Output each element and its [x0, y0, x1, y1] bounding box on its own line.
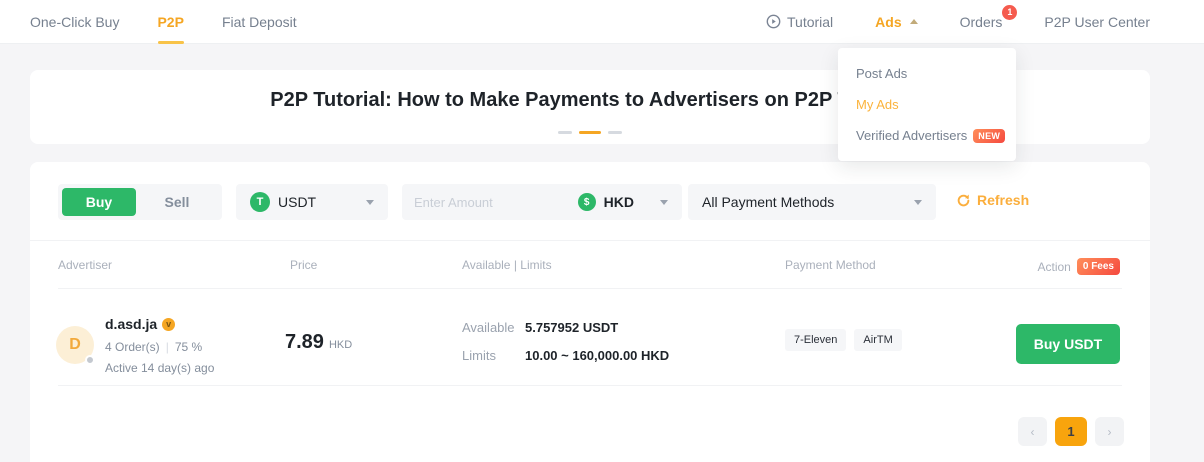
col-available-limits: Available | Limits [462, 258, 552, 272]
sell-toggle-button[interactable]: Sell [136, 194, 218, 210]
col-price: Price [290, 258, 317, 272]
tab-label: P2P [157, 14, 183, 30]
menu-item-my-ads[interactable]: My Ads [838, 89, 1016, 120]
table-row: D d.asd.ja v 4 Order(s) | 75 % Active 14 d… [30, 288, 1150, 385]
tab-one-click-buy[interactable]: One-Click Buy [30, 0, 119, 44]
play-circle-icon [766, 14, 781, 29]
col-action: Action 0 Fees [1038, 258, 1121, 275]
user-center-link[interactable]: P2P User Center [1044, 14, 1150, 30]
new-badge: NEW [973, 129, 1005, 143]
current-page-button[interactable]: 1 [1055, 417, 1087, 446]
pagination: ‹ 1 › [1018, 417, 1124, 446]
tab-p2p[interactable]: P2P [157, 0, 183, 44]
menu-item-label: My Ads [856, 97, 899, 112]
carousel-dot-active[interactable] [579, 131, 601, 134]
nav-tabs: One-Click Buy P2P Fiat Deposit [0, 0, 297, 44]
tutorial-label: Tutorial [787, 14, 833, 30]
ads-label: Ads [875, 14, 901, 30]
user-center-label: P2P User Center [1044, 14, 1150, 30]
last-active-text: Active 14 day(s) ago [105, 361, 214, 375]
amount-input[interactable] [414, 195, 570, 210]
price-currency: HKD [329, 339, 352, 351]
advertiser-stats: 4 Order(s) | 75 % [105, 340, 202, 354]
prev-page-button[interactable]: ‹ [1018, 417, 1047, 446]
payment-method-value: All Payment Methods [702, 194, 914, 210]
tab-fiat-deposit[interactable]: Fiat Deposit [222, 0, 297, 44]
verified-badge-icon: v [162, 318, 175, 331]
refresh-icon [956, 193, 971, 208]
usdt-coin-icon: T [250, 192, 270, 212]
zero-fees-badge: 0 Fees [1077, 258, 1120, 275]
chevron-down-icon [914, 200, 922, 205]
tab-label: One-Click Buy [30, 14, 119, 30]
fiat-select-value[interactable]: HKD [604, 194, 634, 210]
buy-usdt-button[interactable]: Buy USDT [1016, 324, 1120, 364]
asset-select[interactable]: T USDT [236, 184, 388, 220]
menu-item-post-ads[interactable]: Post Ads [838, 58, 1016, 89]
divider [30, 240, 1150, 241]
col-advertiser: Advertiser [58, 258, 112, 272]
price-cell: 7.89 HKD [285, 331, 352, 354]
tab-label: Fiat Deposit [222, 14, 297, 30]
available-label: Available [462, 320, 515, 335]
limits-label: Limits [462, 348, 496, 363]
menu-item-verified-advertisers[interactable]: Verified Advertisers NEW [838, 120, 1016, 151]
next-page-button[interactable]: › [1095, 417, 1124, 446]
refresh-button[interactable]: Refresh [956, 192, 1029, 208]
orders-count-badge: 1 [1002, 5, 1017, 20]
chevron-up-icon [910, 19, 918, 24]
carousel-dot[interactable] [608, 131, 622, 134]
ads-menu-trigger[interactable]: Ads [875, 14, 917, 30]
asset-select-value: USDT [278, 194, 358, 210]
tutorial-link[interactable]: Tutorial [766, 14, 833, 30]
chevron-down-icon[interactable] [660, 200, 668, 205]
available-value: 5.757952 USDT [525, 320, 618, 335]
divider [58, 385, 1122, 386]
orders-label: Orders [960, 14, 1003, 30]
filter-bar: Buy Sell T USDT $ HKD All Payment Method… [30, 184, 1150, 220]
order-count: 4 Order(s) [105, 340, 160, 354]
payment-tag: 7-Eleven [785, 329, 846, 351]
fiat-coin-icon: $ [578, 193, 596, 211]
nav-links: Tutorial Ads Orders 1 P2P User Center [766, 14, 1204, 30]
payment-tag: AirTM [854, 329, 901, 351]
payment-method-tags: 7-Eleven AirTM [785, 329, 902, 351]
ads-dropdown-menu: Post Ads My Ads Verified Advertisers NEW [838, 48, 1016, 161]
refresh-label: Refresh [977, 192, 1029, 208]
p2p-page: One-Click Buy P2P Fiat Deposit Tutorial … [0, 0, 1204, 462]
menu-item-label: Verified Advertisers [856, 128, 967, 143]
active-tab-underline [158, 41, 184, 44]
top-navbar: One-Click Buy P2P Fiat Deposit Tutorial … [0, 0, 1204, 44]
buy-toggle-button[interactable]: Buy [62, 188, 136, 216]
p2p-market-card: Buy Sell T USDT $ HKD All Payment Method… [30, 162, 1150, 462]
limits-value: 10.00 ~ 160,000.00 HKD [525, 348, 669, 363]
carousel-dot[interactable] [558, 131, 572, 134]
price-value: 7.89 [285, 331, 324, 353]
menu-item-label: Post Ads [856, 66, 907, 81]
orders-link[interactable]: Orders 1 [960, 14, 1003, 30]
chevron-down-icon [366, 200, 374, 205]
payment-method-select[interactable]: All Payment Methods [688, 184, 936, 220]
advertiser-name-text: d.asd.ja [105, 316, 157, 332]
col-payment-method: Payment Method [785, 258, 876, 272]
completion-rate: 75 % [175, 340, 202, 354]
advertiser-name[interactable]: d.asd.ja v [105, 316, 175, 332]
buy-sell-toggle: Buy Sell [58, 184, 222, 220]
offline-status-dot [85, 355, 95, 365]
avatar-letter: D [69, 336, 81, 354]
avatar[interactable]: D [56, 326, 94, 364]
amount-filter: $ HKD [402, 184, 682, 220]
action-header-label: Action [1038, 260, 1071, 274]
stats-divider: | [166, 340, 169, 354]
